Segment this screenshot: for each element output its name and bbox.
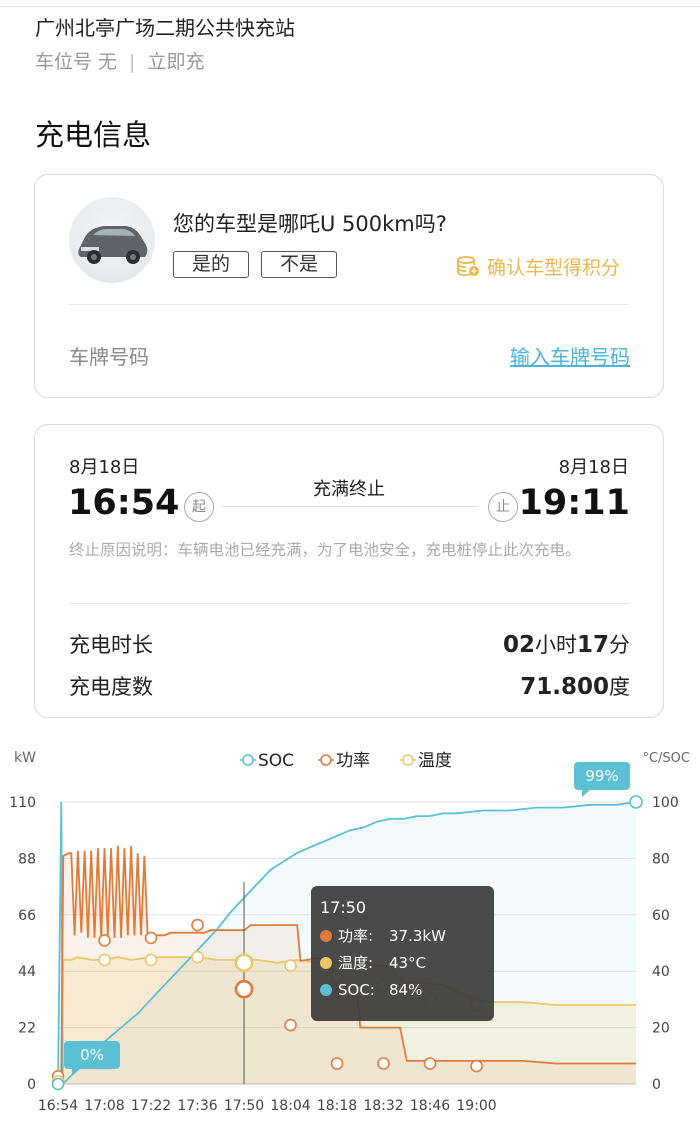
tooltip-dot bbox=[320, 930, 332, 942]
power-point bbox=[423, 1057, 437, 1070]
legend-marker bbox=[402, 754, 414, 766]
card-divider bbox=[69, 603, 629, 604]
temp-point bbox=[284, 959, 297, 972]
duration-hours: 02 bbox=[502, 632, 535, 658]
legend-marker bbox=[242, 754, 254, 766]
hours-unit: 小时 bbox=[534, 633, 577, 657]
tooltip-value: 43°C bbox=[389, 954, 426, 972]
plate-label: 车牌号码 bbox=[69, 345, 149, 369]
station-name: 广州北亭广场二期公共快充站 bbox=[35, 16, 295, 40]
y-tick-left: 44 bbox=[18, 964, 36, 980]
parking-spot-label: 车位号 无 bbox=[35, 51, 118, 73]
temp-point bbox=[191, 950, 204, 964]
y-tick-left: 88 bbox=[18, 851, 36, 867]
card-divider bbox=[69, 304, 629, 305]
y-tick-left: 0 bbox=[27, 1077, 36, 1093]
stop-status: 充满终止 bbox=[313, 479, 385, 500]
session-card: 8月18日 8月18日 16:54 19:11 起 止 充满终止 终止原因说明：… bbox=[34, 424, 664, 718]
energy-label: 充电度数 bbox=[69, 675, 153, 699]
power-point bbox=[98, 934, 111, 947]
stop-reason: 终止原因说明：车辆电池已经充满，为了电池安全，充电桩停止此次充电。 bbox=[69, 541, 581, 559]
power-point bbox=[234, 979, 254, 999]
soc-start-badge: 0% bbox=[80, 1046, 104, 1064]
soc-end-badge: 99% bbox=[585, 767, 618, 785]
confirm-yes-button[interactable]: 是的 bbox=[173, 251, 249, 278]
confirm-no-button[interactable]: 不是 bbox=[261, 251, 337, 278]
y-tick-right: 100 bbox=[652, 795, 679, 811]
soc-point bbox=[51, 1077, 65, 1091]
y-tick-left: 110 bbox=[9, 795, 36, 811]
confirm-model-points[interactable]: 确认车型得积分 bbox=[457, 253, 620, 280]
minutes-unit: 分 bbox=[609, 633, 630, 657]
duration-value: 02小时17分 bbox=[503, 629, 630, 659]
tooltip-time: 17:50 bbox=[320, 898, 366, 917]
duration-label: 充电时长 bbox=[69, 633, 153, 657]
legend-item: SOC bbox=[258, 751, 294, 771]
charge-mode-label: 立即充 bbox=[147, 51, 205, 73]
x-tick: 19:00 bbox=[456, 1098, 496, 1114]
charging-chart[interactable]: kW °C/SOC SOC 功率 温度 0 22 44 66 88 110 0 20 40 60 80 100 1… bbox=[0, 738, 700, 1129]
x-tick: 17:22 bbox=[131, 1098, 171, 1114]
y-tick-right: 80 bbox=[652, 851, 670, 867]
y-tick-left: 22 bbox=[18, 1021, 36, 1037]
y-tick-right: 0 bbox=[652, 1077, 661, 1093]
power-point bbox=[191, 918, 204, 932]
station-sub-info: 车位号 无 | 立即充 bbox=[35, 47, 204, 74]
x-tick: 18:18 bbox=[317, 1098, 357, 1114]
power-point bbox=[284, 1018, 297, 1032]
power-point bbox=[330, 1057, 344, 1070]
x-tick: 17:50 bbox=[224, 1098, 264, 1114]
legend-item: 温度 bbox=[418, 751, 452, 771]
power-point bbox=[470, 1059, 483, 1073]
top-divider bbox=[0, 6, 700, 7]
y-axis-left-unit: kW bbox=[14, 750, 36, 766]
energy-amount: 71.800 bbox=[520, 674, 609, 700]
x-tick: 18:46 bbox=[410, 1098, 450, 1114]
confirm-model-label: 确认车型得积分 bbox=[487, 257, 621, 279]
separator: | bbox=[129, 51, 136, 73]
coins-icon bbox=[457, 255, 479, 276]
x-tick: 18:04 bbox=[270, 1098, 310, 1114]
temp-point bbox=[234, 953, 254, 973]
enter-plate-link[interactable]: 输入车牌号码 bbox=[510, 341, 630, 370]
vehicle-question: 您的车型是哪吒U 500km吗? bbox=[173, 212, 447, 236]
energy-unit: 度 bbox=[609, 675, 630, 699]
temp-point bbox=[98, 953, 111, 967]
page-section-title: 充电信息 bbox=[35, 118, 152, 152]
y-tick-right: 60 bbox=[652, 908, 670, 924]
tooltip-label: 功率: bbox=[338, 927, 373, 945]
duration-minutes: 17 bbox=[576, 632, 609, 658]
tooltip-value: 37.3kW bbox=[389, 927, 446, 945]
power-point bbox=[377, 1057, 390, 1070]
car-avatar bbox=[69, 197, 155, 283]
x-tick: 18:32 bbox=[363, 1098, 403, 1114]
y-axis-right-unit: °C/SOC bbox=[642, 751, 690, 766]
car-image bbox=[78, 226, 148, 264]
tooltip-value: 84% bbox=[389, 981, 422, 999]
tooltip-dot bbox=[320, 957, 332, 969]
soc-point bbox=[629, 795, 643, 809]
power-point bbox=[144, 931, 158, 945]
tooltip-label: 温度: bbox=[338, 954, 373, 972]
x-tick: 17:08 bbox=[84, 1098, 124, 1114]
tooltip-label: SOC: bbox=[338, 981, 375, 999]
vehicle-card: 您的车型是哪吒U 500km吗? 是的 不是 确认车型得积分 车牌号码 输入车牌… bbox=[34, 174, 664, 398]
y-tick-left: 66 bbox=[18, 908, 36, 924]
legend-marker bbox=[320, 754, 332, 766]
energy-value: 71.800度 bbox=[520, 671, 630, 701]
y-tick-right: 40 bbox=[652, 964, 670, 980]
legend-item: 功率 bbox=[336, 751, 370, 771]
y-tick-right: 20 bbox=[652, 1021, 670, 1037]
x-tick: 16:54 bbox=[38, 1098, 78, 1114]
timeline-line bbox=[222, 506, 478, 507]
temp-point bbox=[144, 953, 158, 967]
x-tick: 17:36 bbox=[177, 1098, 217, 1114]
tooltip-dot bbox=[320, 984, 332, 996]
